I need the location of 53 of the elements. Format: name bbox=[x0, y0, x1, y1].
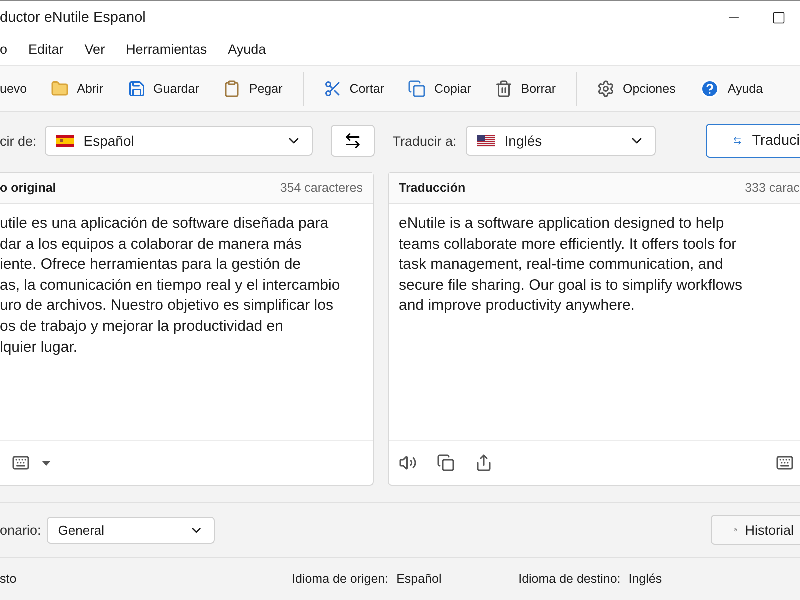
toolbar-button[interactable]: Copiar bbox=[396, 72, 484, 106]
clipboard-icon bbox=[223, 80, 242, 98]
status-text: sto bbox=[0, 572, 18, 586]
toolbar-button[interactable]: Opciones bbox=[585, 72, 688, 106]
flag-icon bbox=[476, 135, 495, 147]
menu-item[interactable]: Editar bbox=[28, 42, 64, 57]
panel-title: Traducción bbox=[399, 181, 466, 195]
dropdown-caret-icon[interactable] bbox=[42, 460, 51, 466]
folder-icon bbox=[51, 80, 70, 98]
toolbar-button[interactable]: Cortar bbox=[312, 72, 396, 106]
target-language-select[interactable]: Inglés bbox=[466, 126, 656, 156]
speaker-button[interactable] bbox=[399, 454, 417, 472]
translate-button[interactable]: Traduci bbox=[706, 124, 800, 158]
toolbar-button[interactable]: Borrar bbox=[483, 72, 568, 106]
panel-title: o original bbox=[0, 181, 56, 195]
dictionary-select[interactable]: General bbox=[47, 516, 216, 544]
character-count: 354 caracteres bbox=[280, 181, 363, 195]
source-text[interactable]: utile es una aplicación de software diseñada para dar a los equipos a colaborar de manera más iente. Ofrece herramientas para la gestión de as, la comunicación en tiempo real y el intercambio uro de archivos. Nuestro objetivo es simplificar los os de trabajo y mejorar la productividad en lquier lugar. bbox=[0, 204, 373, 440]
keyboard-button[interactable] bbox=[12, 454, 30, 472]
swap-button[interactable] bbox=[330, 125, 375, 157]
menu-item[interactable]: o bbox=[0, 42, 8, 57]
character-count: 333 carac bbox=[745, 181, 800, 195]
toolbar-button[interactable]: Ayuda bbox=[688, 72, 776, 106]
source-language-select[interactable]: Español bbox=[44, 126, 313, 156]
menu-item[interactable]: Herramientas bbox=[126, 42, 208, 57]
history-button[interactable]: Historial bbox=[711, 515, 800, 545]
status-value: Español bbox=[396, 572, 443, 586]
toolbar-button[interactable]: Guardar bbox=[116, 72, 212, 106]
toolbar-button[interactable]: Abrir bbox=[39, 72, 116, 106]
save-icon bbox=[128, 80, 146, 98]
help-icon bbox=[700, 78, 720, 98]
toolbar-button[interactable]: uevo bbox=[0, 72, 40, 106]
window-title: ductor eNutile Espanol bbox=[0, 10, 146, 26]
menu-item[interactable]: Ayuda bbox=[228, 42, 266, 57]
trash-icon bbox=[495, 80, 514, 98]
source-language-label: cir de: bbox=[0, 134, 37, 148]
maximize-icon[interactable] bbox=[772, 10, 786, 24]
keyboard-button[interactable] bbox=[776, 454, 794, 472]
share-button[interactable] bbox=[475, 454, 493, 472]
flag-icon bbox=[56, 135, 74, 147]
copy-icon bbox=[408, 80, 426, 98]
settings-icon bbox=[597, 80, 616, 98]
swap-icon bbox=[344, 132, 362, 150]
status-value: Inglés bbox=[628, 572, 662, 586]
toolbar-button[interactable]: Pegar bbox=[211, 72, 295, 106]
status-label: Idioma de origen: bbox=[292, 572, 389, 586]
menu-item[interactable]: Ver bbox=[84, 42, 106, 57]
translated-text: eNutile is a software application designed to help teams collaborate more efficiently. It offers tools for task management, real-time communication, and secure file sharing. Our goal is to simplify workflows and improve productivity anywhere. bbox=[399, 214, 744, 316]
status-label: Idioma de destino: bbox=[518, 572, 621, 586]
scissors-icon bbox=[324, 80, 342, 98]
dictionary-label: onario: bbox=[0, 522, 42, 538]
target-language-label: Traducir a: bbox=[392, 134, 457, 148]
copy-button[interactable] bbox=[437, 454, 455, 472]
